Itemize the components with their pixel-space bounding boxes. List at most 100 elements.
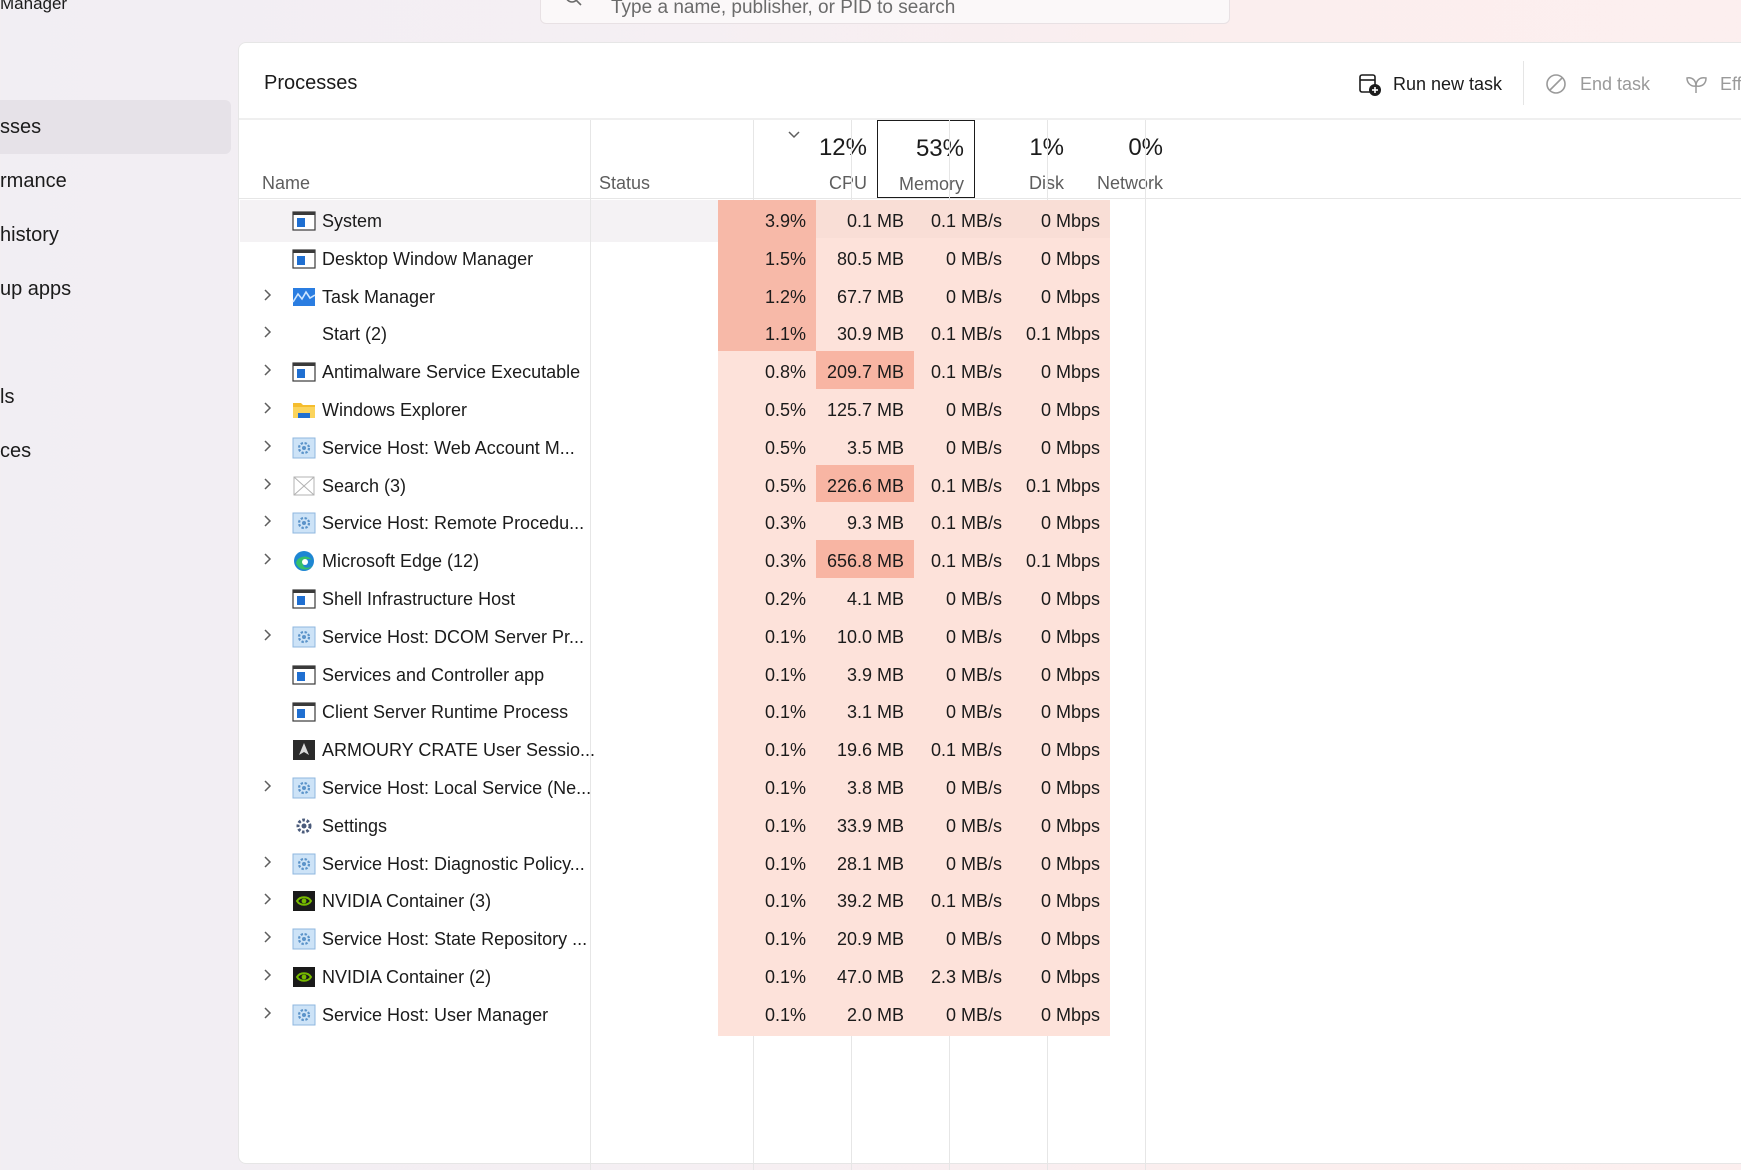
table-row[interactable]: Services and Controller app 0.1% 3.9 MB 0 M… xyxy=(240,653,1208,696)
search-input[interactable] xyxy=(609,0,1213,21)
search-box[interactable] xyxy=(540,0,1230,24)
chevron-right-icon[interactable] xyxy=(262,855,274,869)
network-value: 0 Mbps xyxy=(1012,653,1110,696)
process-name-cell: Settings xyxy=(240,805,590,847)
chevron-right-icon[interactable] xyxy=(262,892,274,906)
disk-value: 0 MB/s xyxy=(914,691,1012,734)
memory-value: 9.3 MB xyxy=(816,502,914,545)
disk-value: 0.1 MB/s xyxy=(914,729,1012,772)
table-row[interactable]: Settings 0.1% 33.9 MB 0 MB/s 0 Mbps xyxy=(240,804,1208,847)
gear-icon xyxy=(292,1004,316,1026)
table-row[interactable]: Start (2) 1.1% 30.9 MB 0.1 MB/s 0.1 Mbps xyxy=(240,313,1208,356)
process-name-cell: ARMOURY CRATE User Sessio... xyxy=(240,729,595,771)
cpu-value: 1.2% xyxy=(718,275,816,318)
window-icon xyxy=(292,664,316,686)
table-row[interactable]: Antimalware Service Executable 0.8% 209.7 … xyxy=(240,351,1208,394)
sidebar-item-label: history xyxy=(0,224,59,246)
disk-value: 0 MB/s xyxy=(914,653,1012,696)
chevron-right-icon[interactable] xyxy=(262,439,274,453)
chevron-right-icon[interactable] xyxy=(262,552,274,566)
process-name-cell: Start (2) xyxy=(240,313,590,355)
nvidia-icon xyxy=(292,890,316,912)
column-header-disk[interactable]: 1% Disk xyxy=(976,120,1074,198)
disk-value: 2.3 MB/s xyxy=(914,956,1012,998)
sidebar-item[interactable]: history xyxy=(0,208,231,262)
cpu-value: 0.5% xyxy=(718,464,816,507)
search-icon xyxy=(566,0,582,6)
cpu-value: 0.1% xyxy=(718,767,816,809)
network-value: 0 Mbps xyxy=(1012,993,1110,1036)
folder-icon xyxy=(292,399,316,421)
process-name: Service Host: Local Service (Ne... xyxy=(322,778,592,798)
process-name: Windows Explorer xyxy=(322,400,468,420)
chevron-right-icon[interactable] xyxy=(262,401,274,415)
process-name: Service Host: DCOM Server Pr... xyxy=(322,626,585,647)
network-value: 0 Mbps xyxy=(1012,880,1110,923)
process-name: NVIDIA Container (3) xyxy=(322,891,492,912)
column-header-cpu[interactable]: 12% CPU xyxy=(769,120,877,198)
block-icon xyxy=(1546,74,1566,94)
window-icon xyxy=(292,361,316,383)
process-name-cell: Antimalware Service Executable xyxy=(240,351,590,393)
process-name-cell: Desktop Window Manager xyxy=(240,238,590,280)
table-row[interactable]: Service Host: Diagnostic Policy... 0.1% 28… xyxy=(240,842,1208,885)
column-header-network[interactable]: 0% Network xyxy=(1075,120,1173,198)
cpu-value: 3.9% xyxy=(718,200,816,242)
memory-value: 47.0 MB xyxy=(816,956,914,998)
disk-value: 0.1 MB/s xyxy=(914,502,1012,545)
armoury-icon xyxy=(292,739,316,761)
table-row[interactable]: Service Host: Web Account M... 0.5% 3.5 MB… xyxy=(240,426,1208,469)
process-name-cell: System xyxy=(240,200,590,242)
column-header-name[interactable]: Name xyxy=(239,120,589,198)
table-row[interactable]: NVIDIA Container (3) 0.1% 39.2 MB 0.1 MB/s 0… xyxy=(240,880,1208,923)
table-row[interactable]: ARMOURY CRATE User Sessio... 0.1% 19.6 MB 0… xyxy=(240,729,1208,772)
chevron-right-icon[interactable] xyxy=(262,1006,274,1020)
chevron-right-icon[interactable] xyxy=(262,628,274,642)
table-row[interactable]: NVIDIA Container (2) 0.1% 47.0 MB 2.3 MB/s 0… xyxy=(240,956,1208,998)
memory-value: 80.5 MB xyxy=(816,237,914,280)
table-row[interactable]: Windows Explorer 0.5% 125.7 MB 0 MB/s 0 Mbps xyxy=(240,389,1208,431)
table-row[interactable]: Task Manager 1.2% 67.7 MB 0 MB/s 0 Mbps xyxy=(240,275,1208,318)
sidebar-item[interactable]: rmance xyxy=(0,154,231,208)
process-name: Task Manager xyxy=(322,286,436,307)
sidebar-item[interactable]: up apps xyxy=(0,262,231,316)
network-value: 0.1 Mbps xyxy=(1012,540,1110,583)
sidebar-item[interactable]: sses xyxy=(0,100,231,154)
cpu-value: 0.5% xyxy=(718,389,816,431)
chevron-right-icon[interactable] xyxy=(262,325,274,339)
table-row[interactable]: System 3.9% 0.1 MB 0.1 MB/s 0 Mbps xyxy=(240,200,1208,242)
table-row[interactable]: Service Host: DCOM Server Pr... 0.1% 10.0 … xyxy=(240,615,1208,658)
chevron-right-icon[interactable] xyxy=(262,477,274,491)
cpu-value: 0.1% xyxy=(718,918,816,961)
column-name-label: Name xyxy=(262,173,311,193)
process-name: Microsoft Edge (12) xyxy=(322,551,480,572)
table-row[interactable]: Service Host: Remote Procedu... 0.3% 9.3 M… xyxy=(240,502,1208,545)
table-row[interactable]: Service Host: State Repository ... 0.1% 20… xyxy=(240,918,1208,961)
table-row[interactable]: Service Host: Local Service (Ne... 0.1% 3.… xyxy=(240,767,1208,809)
header-bottom-divider xyxy=(239,198,1741,199)
table-row[interactable]: Client Server Runtime Process 0.1% 3.1 MB 0… xyxy=(240,691,1208,734)
disk-value: 0 MB/s xyxy=(914,804,1012,847)
chevron-right-icon[interactable] xyxy=(262,779,274,793)
table-row[interactable]: Desktop Window Manager 1.5% 80.5 MB 0 MB/s 0… xyxy=(240,237,1208,280)
process-name-cell: Windows Explorer xyxy=(240,389,590,431)
process-name: Service Host: Remote Procedu... xyxy=(322,513,585,534)
disk-value: 0 MB/s xyxy=(914,389,1012,431)
chevron-right-icon[interactable] xyxy=(262,363,274,377)
sidebar-item[interactable]: ls xyxy=(0,370,231,424)
chevron-right-icon[interactable] xyxy=(262,514,274,528)
table-row[interactable]: Search (3) 0.5% 226.6 MB 0.1 MB/s 0.1 Mbps xyxy=(240,464,1208,507)
table-row[interactable]: Microsoft Edge (12) 0.3% 656.8 MB 0.1 MB/s 0… xyxy=(240,540,1208,583)
sidebar-item[interactable]: ces xyxy=(0,424,231,478)
chevron-right-icon[interactable] xyxy=(262,288,274,302)
chevron-right-icon[interactable] xyxy=(262,930,274,944)
network-value: 0 Mbps xyxy=(1012,842,1110,885)
table-row[interactable]: Shell Infrastructure Host 0.2% 4.1 MB 0 MB/… xyxy=(240,578,1208,620)
disk-value: 0.1 MB/s xyxy=(914,200,1012,242)
column-header-status[interactable]: Status xyxy=(590,120,753,198)
process-name: NVIDIA Container (2) xyxy=(322,967,492,987)
column-header-memory[interactable]: 53% Memory xyxy=(877,120,975,198)
chevron-right-icon[interactable] xyxy=(262,968,274,982)
table-row[interactable]: Service Host: User Manager 0.1% 2.0 MB 0 MB… xyxy=(240,993,1208,1036)
disk-value: 0 MB/s xyxy=(914,918,1012,961)
